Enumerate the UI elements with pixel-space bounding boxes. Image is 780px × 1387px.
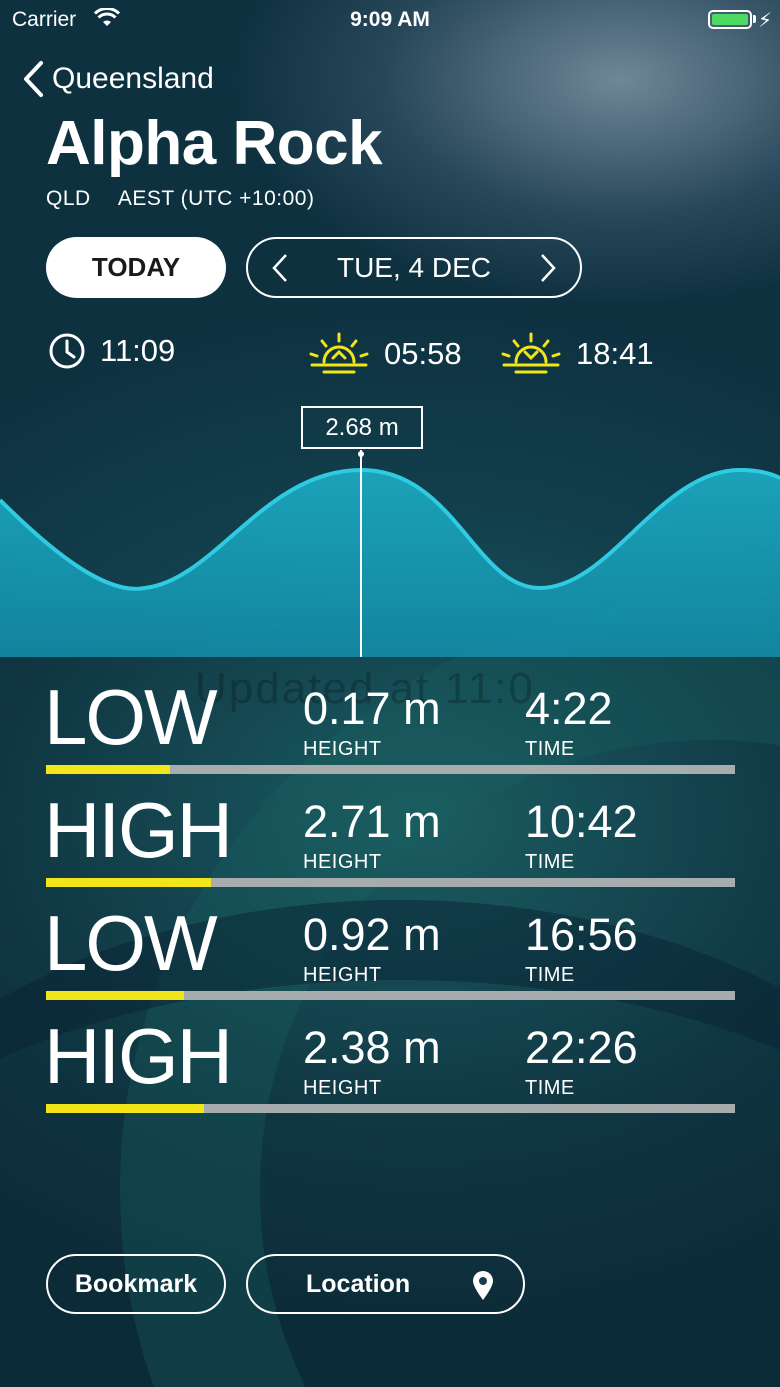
tide-time: 16:56	[525, 909, 638, 960]
tide-level-bar	[46, 878, 212, 887]
tide-level-track	[46, 765, 735, 774]
tide-type: LOW	[44, 899, 218, 987]
height-caption: HEIGHT	[303, 851, 382, 873]
sunrise-item: 05:58	[308, 332, 462, 376]
height-caption: HEIGHT	[303, 738, 382, 760]
sunset-item: 18:41	[500, 332, 654, 376]
marker-dot	[358, 451, 364, 457]
time-caption: TIME	[525, 964, 575, 986]
tide-height: 2.38 m	[303, 1022, 441, 1073]
battery-icon	[708, 10, 752, 29]
tide-time: 4:22	[525, 683, 613, 734]
tide-level-track	[46, 878, 735, 887]
location-button-label: Location	[306, 1269, 411, 1298]
height-caption: HEIGHT	[303, 964, 382, 986]
tide-height-tooltip: 2.68 m	[301, 406, 423, 449]
tide-time: 22:26	[525, 1022, 638, 1073]
current-time: 11:09	[100, 333, 176, 368]
status-time: 9:09 AM	[350, 8, 430, 31]
tide-type: LOW	[44, 673, 218, 761]
sunset-time: 18:41	[576, 336, 654, 371]
location-title: Alpha Rock	[46, 109, 383, 178]
tide-height: 0.17 m	[303, 683, 441, 734]
tide-time: 10:42	[525, 796, 638, 847]
state-label: QLD	[46, 187, 91, 210]
tide-type: HIGH	[44, 1012, 233, 1100]
tide-type: HIGH	[44, 786, 233, 874]
location-pin-icon	[473, 1271, 493, 1300]
chevron-left-icon	[272, 253, 287, 282]
sunrise-icon	[309, 332, 369, 374]
time-caption: TIME	[525, 738, 575, 760]
time-caption: TIME	[525, 1077, 575, 1099]
tide-level-bar	[46, 1104, 205, 1113]
location-subline: QLD AEST (UTC +10:00)	[46, 187, 336, 211]
timezone-label: AEST (UTC +10:00)	[117, 187, 315, 210]
today-button[interactable]: TODAY	[46, 237, 226, 298]
chevron-right-icon	[541, 253, 556, 282]
tide-row: HIGH 2.38 m HEIGHT 22:26 TIME	[44, 1015, 735, 1128]
current-time-item: 11:09	[48, 332, 175, 370]
time-caption: TIME	[525, 851, 575, 873]
back-label: Queensland	[52, 62, 214, 95]
tide-row: HIGH 2.71 m HEIGHT 10:42 TIME	[44, 789, 735, 902]
next-day-button[interactable]	[536, 251, 560, 285]
clock-icon	[49, 333, 85, 369]
sunset-icon	[501, 332, 561, 374]
tide-level-track	[46, 1104, 735, 1113]
status-bar: Carrier 9:09 AM ⚡	[0, 0, 780, 40]
previous-day-button[interactable]	[268, 251, 292, 285]
back-button[interactable]: Queensland	[22, 60, 214, 98]
tide-level-track	[46, 991, 735, 1000]
tide-list: LOW 0.17 m HEIGHT 4:22 TIME HIGH 2.71 m …	[44, 676, 735, 1128]
tide-level-bar	[46, 991, 184, 1000]
location-button[interactable]: Location	[246, 1254, 525, 1314]
tide-curve-fill	[0, 470, 780, 657]
tide-row: LOW 0.92 m HEIGHT 16:56 TIME	[44, 902, 735, 1015]
date-label: TUE, 4 DEC	[336, 251, 492, 283]
tide-level-bar	[46, 765, 171, 774]
chevron-left-icon	[24, 61, 43, 97]
battery-tip	[753, 15, 756, 23]
sunrise-time: 05:58	[384, 336, 462, 371]
date-selector: TUE, 4 DEC	[246, 237, 582, 298]
tide-height: 0.92 m	[303, 909, 441, 960]
bookmark-button[interactable]: Bookmark	[46, 1254, 226, 1314]
sun-times-row: 11:09 05:58 18:41	[0, 332, 780, 376]
tide-height: 2.71 m	[303, 796, 441, 847]
tide-row: LOW 0.17 m HEIGHT 4:22 TIME	[44, 676, 735, 789]
charging-icon: ⚡	[757, 10, 772, 32]
height-caption: HEIGHT	[303, 1077, 382, 1099]
